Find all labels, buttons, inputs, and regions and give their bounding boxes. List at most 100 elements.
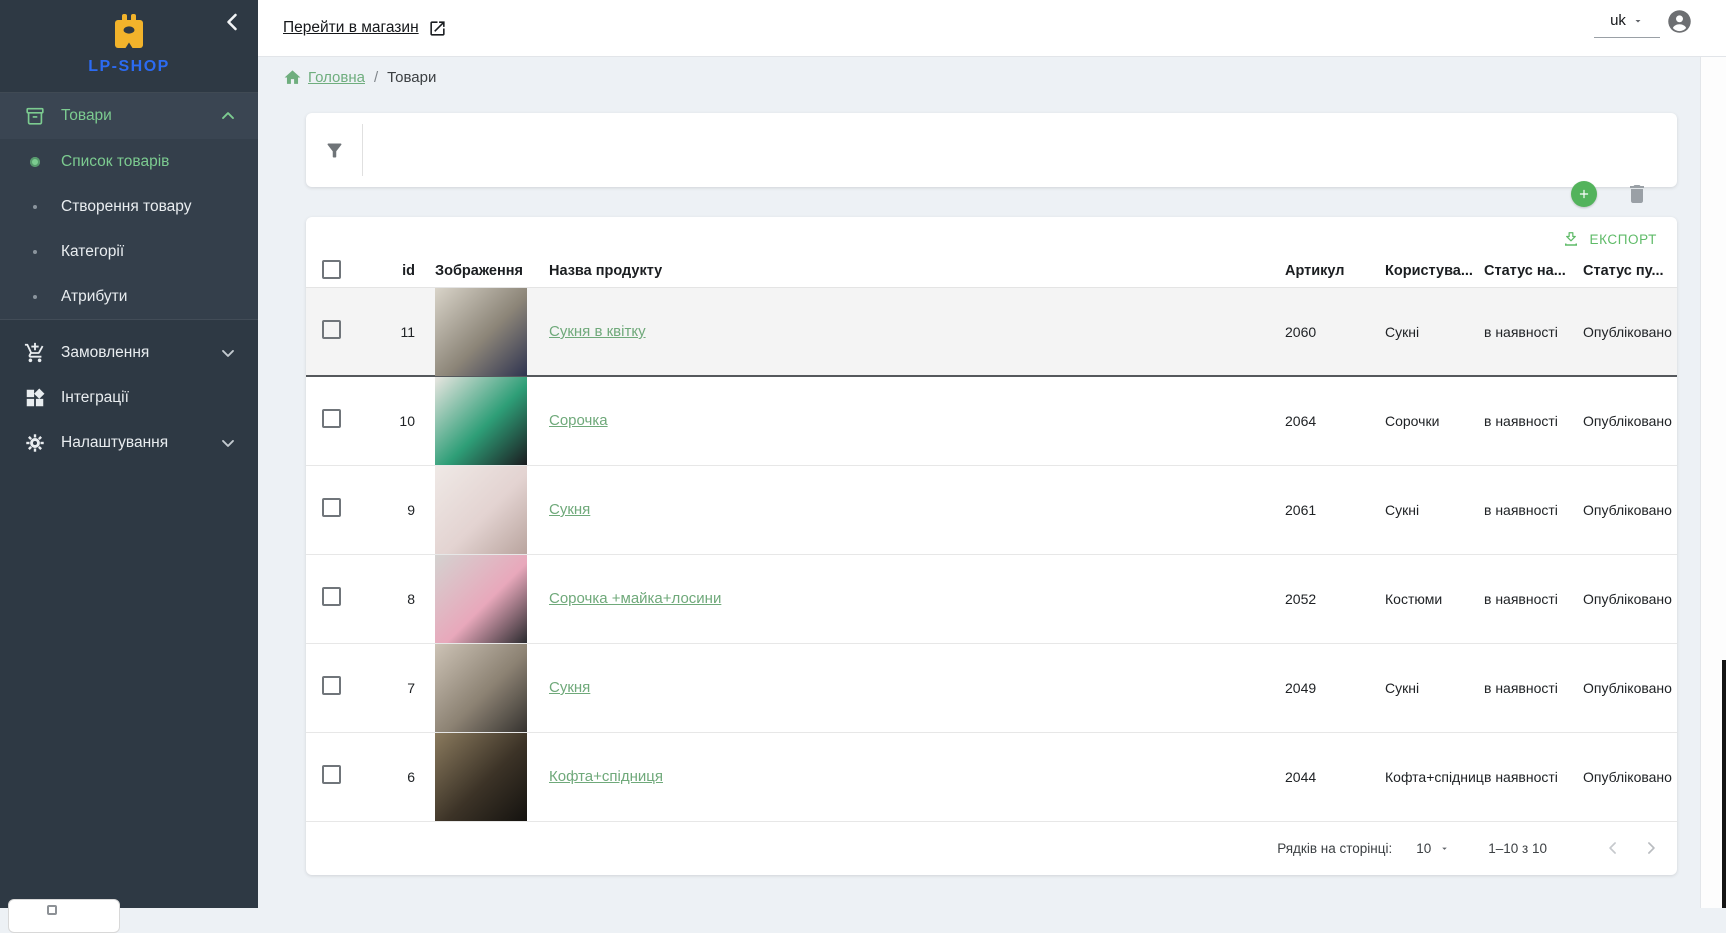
row-publish-status: Опубліковано [1583, 502, 1677, 518]
chevron-left-icon [1603, 838, 1623, 858]
chevron-down-icon [218, 433, 238, 453]
breadcrumb-home-link[interactable]: Головна [283, 68, 365, 87]
add-product-button[interactable] [1571, 181, 1597, 207]
breadcrumb-separator: / [374, 69, 378, 86]
row-publish-status: Опубліковано [1583, 680, 1677, 696]
store-link[interactable]: Перейти в магазин [283, 19, 447, 38]
caret-down-icon [1632, 15, 1644, 27]
product-link[interactable]: Сукня в квітку [549, 323, 646, 340]
download-icon [1562, 230, 1580, 248]
row-publish-status: Опубліковано [1583, 591, 1677, 607]
table-row[interactable]: 10 Сорочка 2064 Сорочки в наявності Опуб… [306, 377, 1677, 466]
row-stock-status: в наявності [1484, 324, 1583, 340]
product-image[interactable] [435, 288, 527, 376]
caret-down-icon [1439, 843, 1450, 854]
next-page-button[interactable] [1639, 836, 1663, 860]
bullet-icon [33, 250, 37, 254]
row-publish-status: Опубліковано [1583, 769, 1677, 785]
filter-bar [306, 113, 1677, 187]
sidebar-item-product-create[interactable]: Створення товару [0, 184, 258, 229]
row-sku: 2044 [1285, 769, 1385, 785]
sidebar-item-settings[interactable]: Налаштування [0, 420, 258, 465]
bottom-left-popup[interactable] [8, 899, 120, 933]
sidebar-item-integrations[interactable]: Інтеграції [0, 375, 258, 420]
bullet-icon [33, 205, 37, 209]
column-header-id[interactable]: id [370, 263, 415, 279]
row-stock-status: в наявності [1484, 502, 1583, 518]
account-button[interactable] [1666, 8, 1693, 35]
product-link[interactable]: Сорочка +майка+лосини [549, 590, 721, 607]
row-id: 11 [370, 324, 415, 340]
sidebar-item-categories[interactable]: Категорії [0, 229, 258, 274]
sidebar-item-orders[interactable]: Замовлення [0, 330, 258, 375]
product-image[interactable] [435, 644, 527, 732]
table-header: id Зображення Назва продукту Артикул Кор… [306, 255, 1677, 288]
table-row[interactable]: 7 Сукня 2049 Сукні в наявності Опубліков… [306, 644, 1677, 733]
add-shopping-cart-icon [24, 342, 46, 364]
row-checkbox[interactable] [322, 498, 341, 517]
export-button[interactable]: ЕКСПОРТ [1556, 226, 1663, 252]
table-row[interactable]: 11 Сукня в квітку 2060 Сукні в наявності… [306, 288, 1677, 377]
logo-text: LP-SHOP [0, 58, 258, 76]
row-checkbox[interactable] [322, 320, 341, 339]
row-category: Костюми [1385, 591, 1484, 607]
row-checkbox[interactable] [322, 409, 341, 428]
topbar: Перейти в магазин uk [258, 0, 1726, 57]
product-image[interactable] [435, 466, 527, 554]
chevron-down-icon [218, 343, 238, 363]
row-publish-status: Опубліковано [1583, 324, 1677, 340]
table-body: 11 Сукня в квітку 2060 Сукні в наявності… [306, 288, 1677, 822]
table-row[interactable]: 9 Сукня 2061 Сукні в наявності Опубліков… [306, 466, 1677, 555]
row-stock-status: в наявності [1484, 591, 1583, 607]
background-window-edge [1722, 660, 1726, 908]
rows-per-page-select[interactable]: 10 [1416, 841, 1450, 856]
column-header-publish[interactable]: Статус пу... [1583, 263, 1677, 279]
product-link[interactable]: Сукня [549, 679, 590, 696]
table-row[interactable]: 8 Сорочка +майка+лосини 2052 Костюми в н… [306, 555, 1677, 644]
row-category: Сукні [1385, 324, 1484, 340]
delete-button[interactable] [1625, 182, 1649, 206]
list-actions [306, 180, 1677, 208]
row-stock-status: в наявності [1484, 769, 1583, 785]
row-stock-status: в наявності [1484, 413, 1583, 429]
row-checkbox[interactable] [322, 765, 341, 784]
filter-icon [324, 140, 345, 161]
select-all-checkbox[interactable] [322, 260, 341, 279]
product-image[interactable] [435, 555, 527, 643]
row-category: Сукні [1385, 502, 1484, 518]
active-bullet-icon [30, 157, 40, 167]
product-link[interactable]: Кофта+спідниця [549, 768, 663, 785]
bullet-icon [33, 295, 37, 299]
open-in-new-icon [428, 19, 447, 38]
row-sku: 2060 [1285, 324, 1385, 340]
filter-divider [362, 124, 363, 176]
table-row[interactable]: 6 Кофта+спідниця 2044 Кофта+спідниц в на… [306, 733, 1677, 822]
export-bar: ЕКСПОРТ [306, 217, 1677, 255]
column-header-name[interactable]: Назва продукту [529, 263, 1285, 279]
column-header-stock[interactable]: Статус на... [1484, 263, 1583, 279]
column-header-user[interactable]: Користува... [1385, 263, 1484, 279]
shop-bag-icon [109, 12, 149, 56]
sidebar-item-attributes[interactable]: Атрибути [0, 274, 258, 319]
sidebar-item-product-list[interactable]: Список товарів [0, 139, 258, 184]
row-checkbox[interactable] [322, 587, 341, 606]
sidebar-collapse-button[interactable] [220, 10, 244, 34]
breadcrumb: Головна / Товари [283, 68, 436, 87]
product-image[interactable] [435, 733, 527, 821]
filter-button[interactable] [306, 140, 362, 161]
row-id: 8 [370, 591, 415, 607]
pagination: Рядків на сторінці: 10 1–10 з 10 [306, 822, 1677, 874]
product-link[interactable]: Сукня [549, 501, 590, 518]
language-select[interactable]: uk [1594, 12, 1660, 38]
settings-icon [24, 432, 46, 454]
product-link[interactable]: Сорочка [549, 412, 608, 429]
column-header-sku[interactable]: Артикул [1285, 263, 1385, 279]
row-checkbox[interactable] [322, 676, 341, 695]
sidebar-item-products[interactable]: Товари [0, 93, 258, 139]
row-sku: 2061 [1285, 502, 1385, 518]
product-image[interactable] [435, 377, 527, 465]
widgets-icon [24, 387, 46, 409]
chevron-left-icon [220, 10, 244, 34]
previous-page-button[interactable] [1601, 836, 1625, 860]
row-category: Сукні [1385, 680, 1484, 696]
